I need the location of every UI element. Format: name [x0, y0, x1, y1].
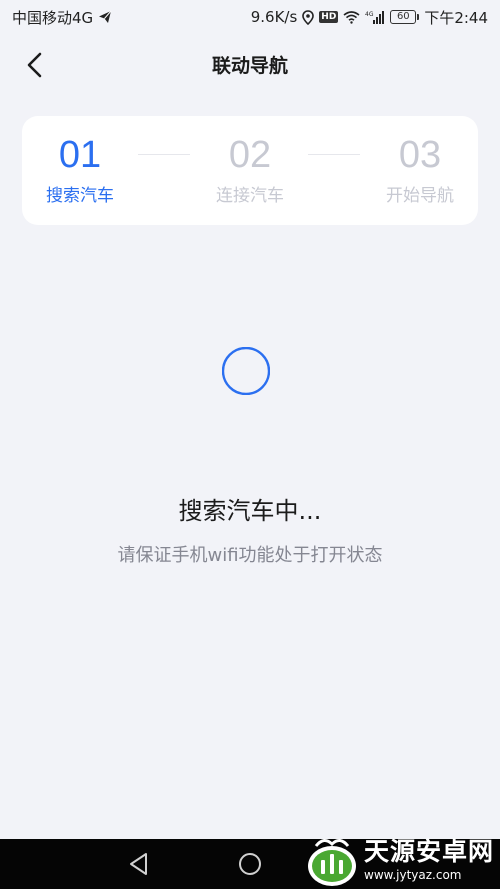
- step-start-navigation: 03 开始导航: [360, 130, 480, 208]
- location-icon: [302, 9, 315, 25]
- telegram-icon: [98, 10, 112, 24]
- nav-back-button[interactable]: [126, 851, 152, 877]
- page-title: 联动导航: [211, 55, 288, 77]
- circle-home-icon: [239, 853, 261, 875]
- watermark-logo-icon: [308, 839, 356, 886]
- step-label: 搜索汽车: [46, 186, 114, 206]
- step-connect-car: 02 连接汽车: [190, 130, 310, 208]
- step-connector: [308, 154, 360, 155]
- watermark-url: www.jytyaz.com: [364, 868, 462, 882]
- screen: 中国移动4G 9.6K/s HD 4G 60 下午2:44 联动导航 01 搜索…: [0, 0, 500, 889]
- cellular-signal-icon: 4G: [365, 10, 385, 24]
- header: 联动导航: [0, 34, 500, 96]
- battery-level: 60: [390, 10, 417, 24]
- status-bar: 中国移动4G 9.6K/s HD 4G 60 下午2:44: [0, 0, 500, 34]
- wifi-icon: [343, 10, 360, 24]
- step-number: 01: [58, 134, 102, 176]
- step-connector: [138, 154, 190, 155]
- battery-icon: 60: [390, 10, 420, 24]
- hd-badge: HD: [319, 11, 339, 23]
- steps-card: 01 搜索汽车 02 连接汽车 03 开始导航: [22, 116, 478, 225]
- step-number: 02: [228, 134, 272, 176]
- watermark: 天源安卓网 www.jytyaz.com: [302, 831, 500, 889]
- watermark-title: 天源安卓网: [364, 837, 495, 866]
- nav-home-button[interactable]: [237, 851, 263, 877]
- step-label: 开始导航: [386, 186, 454, 206]
- network-type-label: 4G: [365, 11, 374, 18]
- step-search-car: 01 搜索汽车: [20, 130, 140, 208]
- carrier-label: 中国移动4G: [12, 8, 94, 27]
- step-number: 03: [398, 134, 442, 176]
- network-speed: 9.6K/s: [250, 8, 298, 26]
- clock: 下午2:44: [424, 8, 488, 27]
- loading-spinner-icon: [222, 347, 270, 395]
- step-label: 连接汽车: [216, 186, 284, 206]
- search-status-title: 搜索汽车中...: [178, 497, 322, 525]
- triangle-back-icon: [130, 853, 147, 875]
- search-status-hint: 请保证手机wifi功能处于打开状态: [117, 545, 383, 566]
